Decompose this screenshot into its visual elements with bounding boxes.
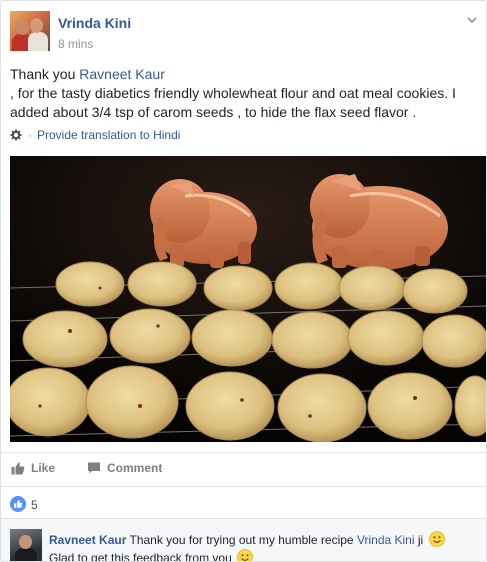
translate-link[interactable]: Provide translation to Hindi <box>37 128 180 142</box>
thumbs-up-icon <box>11 462 25 475</box>
gear-icon[interactable] <box>10 129 22 141</box>
post-photo[interactable] <box>10 156 486 442</box>
chevron-down-icon[interactable] <box>466 14 478 26</box>
post-card: Vrinda Kini 8 mins Thank you Ravneet Kau… <box>0 0 487 562</box>
author-name[interactable]: Vrinda Kini <box>58 15 131 31</box>
translate-row: · Provide translation to Hindi <box>10 128 180 142</box>
like-button[interactable]: Like <box>11 461 55 475</box>
like-reaction-icon <box>10 496 26 512</box>
comment-body: Ravneet Kaur Thank you for trying out my… <box>49 531 481 562</box>
comment-button[interactable]: Comment <box>87 461 162 475</box>
comment-mention[interactable]: Vrinda Kini <box>357 533 415 547</box>
translate-separator: · <box>28 128 32 142</box>
author-avatar[interactable] <box>10 11 50 51</box>
comment-item: Ravneet Kaur Thank you for trying out my… <box>1 518 486 562</box>
like-count[interactable]: 5 <box>31 498 38 512</box>
post-message: Thank you Ravneet Kaur , for the tasty d… <box>10 65 480 122</box>
comment-text-before: Thank you for trying out my humble recip… <box>129 533 357 547</box>
comment-text-after: ji <box>414 533 424 547</box>
reactions-bar[interactable]: 5 <box>1 486 486 518</box>
commenter-avatar[interactable] <box>10 529 42 561</box>
cookies <box>10 261 486 442</box>
comment-label: Comment <box>107 461 163 475</box>
smile-emoji-icon <box>428 531 445 547</box>
post-header: Vrinda Kini 8 mins <box>10 11 480 55</box>
post-actions-bar: Like Comment <box>1 452 486 484</box>
post-mention[interactable]: Ravneet Kaur <box>79 66 165 82</box>
smile-emoji-icon <box>237 549 254 561</box>
comment-bubble-icon <box>88 462 100 474</box>
post-text-intro: Thank you <box>10 66 80 82</box>
like-label: Like <box>31 461 56 475</box>
post-timestamp[interactable]: 8 mins <box>58 37 93 51</box>
comment-line2: Glad to get this feedback from you <box>49 551 232 562</box>
cookies-photo-image <box>10 156 486 442</box>
comment-author[interactable]: Ravneet Kaur <box>49 533 126 547</box>
post-text-body: , for the tasty diabetics friendly whole… <box>10 85 456 120</box>
